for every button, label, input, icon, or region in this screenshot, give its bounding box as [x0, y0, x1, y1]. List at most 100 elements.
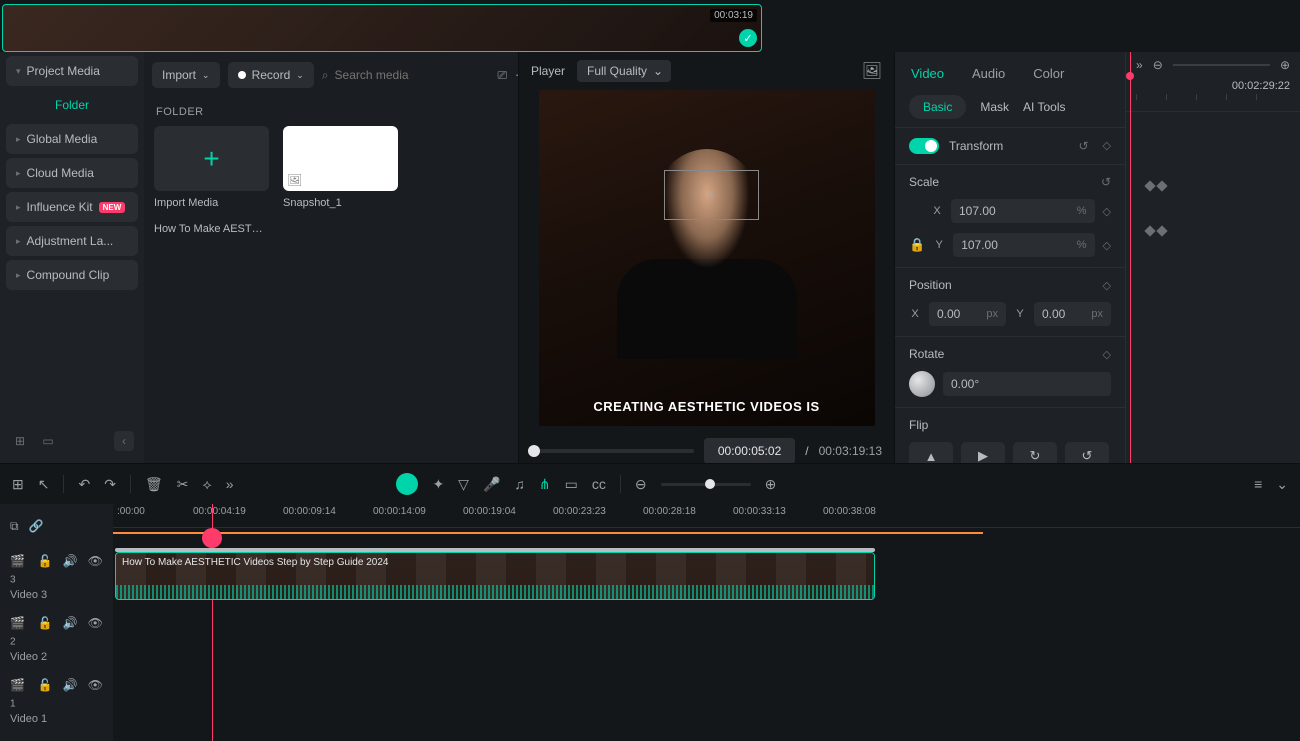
search-input[interactable] — [335, 68, 490, 82]
eye-icon[interactable]: 👁 — [88, 554, 103, 585]
marker-icon[interactable]: ▽ — [458, 476, 469, 493]
video-clip[interactable]: How To Make AESTHETIC Videos Step by Ste… — [115, 552, 875, 600]
preview-panel: Player Full Quality 🖼 CREATING AESTHETIC… — [518, 52, 895, 463]
eye-icon[interactable]: 👁 — [88, 678, 103, 709]
mute-icon[interactable]: 🔊 — [63, 678, 78, 709]
track-1[interactable] — [113, 672, 1300, 734]
flip-h-button[interactable]: ▲ — [909, 442, 953, 463]
zoom-out-icon[interactable]: ⊖ — [635, 476, 647, 493]
link-icon[interactable]: 🔒 — [909, 237, 925, 253]
project-media-button[interactable]: ▾Project Media — [6, 56, 138, 86]
keyframe-icon[interactable]: ◇ — [1103, 239, 1111, 252]
global-media-button[interactable]: ▸Global Media — [6, 124, 138, 154]
zoom-in-icon[interactable]: ⊕ — [765, 476, 777, 493]
zoom-slider[interactable] — [1173, 64, 1270, 66]
video-preview[interactable]: CREATING AESTHETIC VIDEOS IS — [539, 90, 875, 426]
lock-icon[interactable]: 🔓 — [38, 678, 53, 709]
import-media-tile[interactable]: + Import Media — [154, 126, 269, 209]
delete-icon[interactable]: 🗑 — [145, 476, 163, 493]
rotate-ccw-button[interactable]: ↺ — [1065, 442, 1109, 463]
rotate-knob[interactable] — [909, 371, 935, 397]
transform-toggle[interactable] — [909, 138, 939, 154]
keyframe-diamond[interactable] — [1144, 180, 1155, 191]
screen-icon[interactable]: ▭ — [565, 476, 578, 493]
mute-icon[interactable]: 🔊 — [63, 616, 78, 647]
reset-icon[interactable]: ↺ — [1078, 139, 1088, 153]
more-icon[interactable]: » — [226, 476, 234, 492]
tracks-menu-icon[interactable]: ⌄ — [1276, 476, 1288, 493]
keyframe-diamond[interactable] — [1144, 225, 1155, 236]
effect-icon[interactable]: ✦ — [432, 476, 444, 493]
filter-icon[interactable]: ⎚ — [498, 68, 508, 83]
collapse-icon[interactable]: ‹ — [114, 431, 134, 451]
subtab-basic[interactable]: Basic — [909, 95, 966, 119]
compound-clip-button[interactable]: ▸Compound Clip — [6, 260, 138, 290]
folder-icon[interactable]: ▭ — [38, 431, 58, 451]
scale-y-input[interactable]: 107.00% — [953, 233, 1094, 257]
cc-icon[interactable]: cc — [592, 476, 606, 492]
adjustment-layer-button[interactable]: ▸Adjustment La... — [6, 226, 138, 256]
zoom-slider[interactable] — [661, 483, 751, 486]
reset-icon[interactable]: ↺ — [1101, 175, 1111, 189]
redo-icon[interactable]: ↷ — [104, 476, 116, 493]
layout-icon[interactable]: ⊞ — [12, 476, 24, 493]
tracks-icon[interactable]: ≡ — [1254, 476, 1262, 492]
flip-v-button[interactable]: ▶ — [961, 442, 1005, 463]
lock-icon[interactable]: 🔓 — [38, 554, 53, 585]
scrub-range[interactable] — [113, 532, 983, 534]
cut-icon[interactable]: ✂ — [177, 476, 189, 493]
subtab-aitools[interactable]: AI Tools — [1023, 100, 1065, 114]
quality-dropdown[interactable]: Full Quality — [577, 60, 671, 82]
keyframe-icon[interactable]: ◇ — [1103, 205, 1111, 218]
pointer-icon[interactable]: ↖ — [38, 476, 50, 493]
track-2[interactable] — [113, 610, 1300, 672]
collapse-icon[interactable]: » — [1136, 58, 1143, 72]
rotate-input[interactable]: 0.00° — [943, 372, 1111, 396]
influence-kit-button[interactable]: ▸Influence KitNEW — [6, 192, 138, 222]
media-tile-snapshot[interactable]: 🖼 Snapshot_1 — [283, 126, 398, 209]
music-icon[interactable]: ♫ — [514, 476, 525, 492]
chain-icon[interactable]: 🔗 — [29, 519, 44, 533]
record-dropdown[interactable]: Record⌄ — [228, 62, 314, 88]
lock-icon[interactable]: 🔓 — [38, 616, 53, 647]
track-3[interactable]: How To Make AESTHETIC Videos Step by Ste… — [113, 548, 1300, 610]
keyframe-icon[interactable]: ◇ — [1103, 279, 1111, 292]
video-icon[interactable]: 🎬2 — [10, 616, 28, 647]
video-icon[interactable]: 🎬1 — [10, 678, 28, 709]
crop-icon[interactable]: ⟡ — [202, 476, 211, 493]
magnet-icon[interactable]: ⋔ — [539, 476, 551, 493]
video-icon[interactable]: 🎬3 — [10, 554, 28, 585]
seek-slider[interactable] — [531, 449, 694, 453]
pos-y-input[interactable]: 0.00px — [1034, 302, 1111, 326]
tab-audio[interactable]: Audio — [970, 60, 1007, 87]
keyframe-diamond[interactable] — [1156, 180, 1167, 191]
keyframe-icon[interactable]: ◇ — [1103, 348, 1111, 361]
cloud-media-button[interactable]: ▸Cloud Media — [6, 158, 138, 188]
tab-color[interactable]: Color — [1031, 60, 1066, 87]
snapshot-icon[interactable]: 🖼 — [862, 61, 882, 81]
mute-icon[interactable]: 🔊 — [63, 554, 78, 585]
subtab-mask[interactable]: Mask — [980, 100, 1009, 114]
scale-x-input[interactable]: 107.00% — [951, 199, 1095, 223]
crop-box[interactable] — [664, 170, 759, 220]
eye-icon[interactable]: 👁 — [88, 616, 103, 647]
keyframe-icon[interactable]: ◇ — [1103, 139, 1111, 153]
kf-ruler[interactable] — [1126, 94, 1300, 112]
zoom-out-icon[interactable]: ⊖ — [1153, 58, 1163, 72]
kf-playhead[interactable] — [1130, 52, 1131, 463]
avatar-icon[interactable] — [396, 473, 418, 495]
tab-video[interactable]: Video — [909, 60, 946, 87]
zoom-in-icon[interactable]: ⊕ — [1280, 58, 1290, 72]
keyframe-diamond[interactable] — [1156, 225, 1167, 236]
import-dropdown[interactable]: Import⌄ — [152, 62, 220, 88]
rotate-cw-button[interactable]: ↻ — [1013, 442, 1057, 463]
link-icon[interactable]: ⧉ — [10, 519, 19, 534]
timeline-ruler[interactable]: :00:00 00:00:04:19 00:00:09:14 00:00:14:… — [113, 504, 1300, 528]
media-tile-clip[interactable]: 00:03:19 ✓ How To Make AESTHE... — [154, 223, 269, 235]
undo-icon[interactable]: ↶ — [78, 476, 90, 493]
timeline-tracks[interactable]: :00:00 00:00:04:19 00:00:09:14 00:00:14:… — [113, 504, 1300, 741]
mic-icon[interactable]: 🎤 — [483, 476, 500, 493]
pos-x-input[interactable]: 0.00px — [929, 302, 1006, 326]
folder-label[interactable]: Folder — [6, 90, 138, 120]
new-folder-icon[interactable]: ⊞ — [10, 431, 30, 451]
